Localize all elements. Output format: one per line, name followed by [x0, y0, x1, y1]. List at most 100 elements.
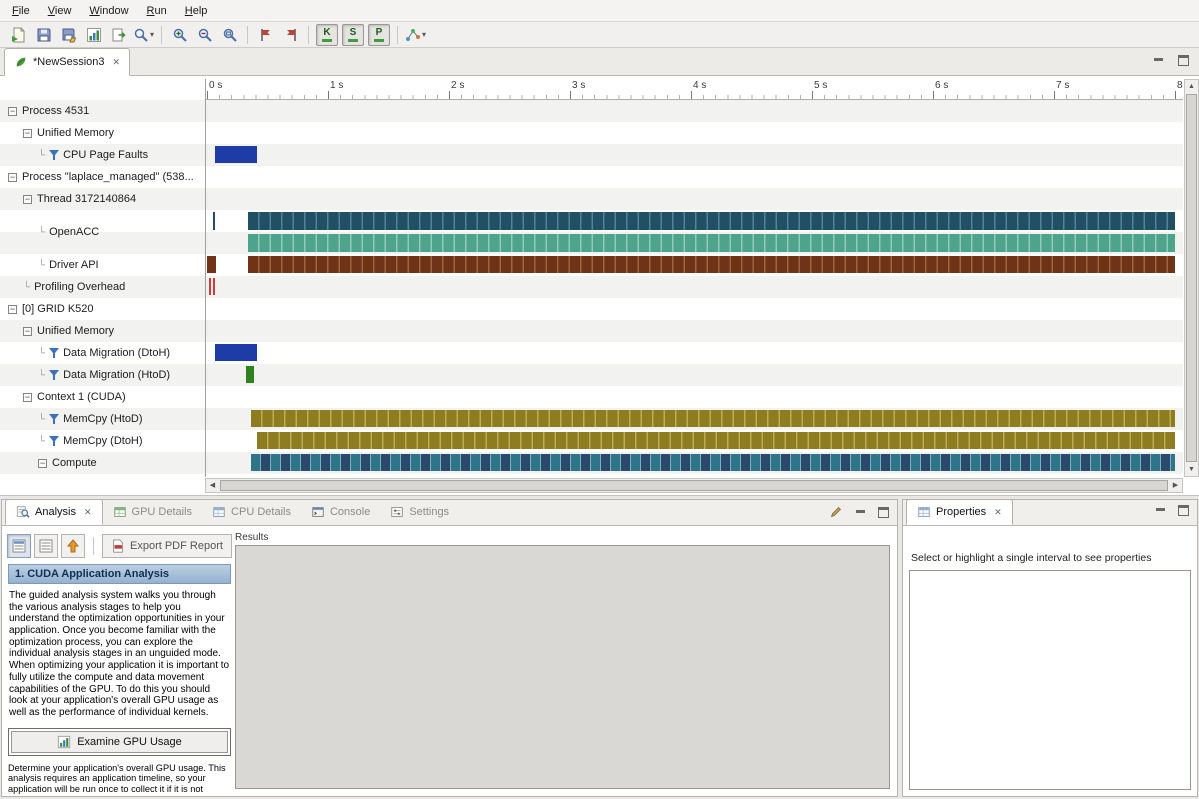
minimize-icon[interactable]: [1155, 505, 1166, 516]
maximize-icon[interactable]: [1178, 55, 1189, 66]
interval-bar-openacc[interactable]: [248, 212, 1175, 230]
collapse-icon[interactable]: −: [23, 195, 32, 204]
zoom-fit-button[interactable]: [217, 24, 242, 46]
close-icon[interactable]: ✕: [994, 507, 1002, 518]
timeline-ruler[interactable]: 0 s1 s2 s3 s4 s5 s6 s7 s8 s: [205, 79, 1183, 100]
row-label-unified-memory[interactable]: −Unified Memory: [0, 320, 205, 342]
close-icon[interactable]: ✕: [84, 507, 92, 518]
scroll-up-icon[interactable]: ▲: [1185, 80, 1198, 93]
row-track-context-1-cuda[interactable]: [205, 386, 1183, 408]
save-button[interactable]: [31, 24, 56, 46]
maximize-icon[interactable]: [1178, 505, 1189, 516]
row-track-data-migration-dtoh[interactable]: [205, 342, 1183, 364]
zoom-tool-button[interactable]: ▾: [131, 24, 156, 46]
tab-cpu-details[interactable]: CPU Details: [202, 499, 301, 525]
row-label-openacc[interactable]: └OpenACC: [0, 210, 205, 254]
zoom-out-button[interactable]: [192, 24, 217, 46]
interval-bar-compute[interactable]: [251, 454, 1175, 471]
scroll-down-icon[interactable]: ▼: [1185, 463, 1198, 476]
horizontal-scrollbar-thumb[interactable]: [220, 480, 1168, 491]
tab-settings[interactable]: Settings: [380, 499, 459, 525]
run-analysis-button[interactable]: ▾: [403, 24, 428, 46]
vertical-scrollbar[interactable]: ▲ ▼: [1184, 79, 1199, 477]
next-marker-button[interactable]: [253, 24, 278, 46]
maximize-icon[interactable]: [878, 507, 889, 518]
interval-bar-openacc[interactable]: [213, 212, 215, 230]
minimize-icon[interactable]: [855, 507, 866, 518]
stream-toggle-button[interactable]: S: [342, 24, 364, 46]
interval-bar-memcpy-htod[interactable]: [251, 410, 1175, 427]
interval-bar-profiling-overhead[interactable]: [213, 278, 215, 295]
row-label-driver-api[interactable]: └Driver API: [0, 254, 205, 276]
summary-chart-button[interactable]: [81, 24, 106, 46]
save-as-button[interactable]: [56, 24, 81, 46]
interval-bar-data-migration-htod[interactable]: [246, 366, 254, 383]
collapse-icon[interactable]: −: [8, 173, 17, 182]
prev-marker-button[interactable]: [278, 24, 303, 46]
collapse-icon[interactable]: −: [23, 393, 32, 402]
interval-bar-openacc[interactable]: [248, 234, 1175, 252]
row-track-compute[interactable]: [205, 452, 1183, 474]
interval-bar-profiling-overhead[interactable]: [209, 278, 211, 295]
row-label-thread-3172140864[interactable]: −Thread 3172140864: [0, 188, 205, 210]
row-track-process-4531[interactable]: [205, 100, 1183, 122]
row-track-unified-memory[interactable]: [205, 320, 1183, 342]
row-label-process-4531[interactable]: −Process 4531: [0, 100, 205, 122]
row-track-thread-3172140864[interactable]: [205, 188, 1183, 210]
menu-run[interactable]: Run: [138, 2, 176, 20]
interval-bar-memcpy-dtoh[interactable]: [257, 432, 1175, 449]
export-button[interactable]: [106, 24, 131, 46]
collapse-icon[interactable]: −: [23, 327, 32, 336]
examine-gpu-usage-button[interactable]: Examine GPU Usage: [8, 728, 231, 756]
row-label-compute[interactable]: −Compute: [0, 452, 205, 474]
interval-bar-data-migration-dtoh[interactable]: [215, 344, 256, 361]
collapse-icon[interactable]: −: [8, 107, 17, 116]
row-label-profiling-overhead[interactable]: └Profiling Overhead: [0, 276, 205, 298]
view-menu-icon[interactable]: [829, 505, 843, 519]
row-track-data-migration-htod[interactable]: [205, 364, 1183, 386]
row-track-memcpy-dtoh[interactable]: [205, 430, 1183, 452]
row-track-memcpy-htod[interactable]: [205, 408, 1183, 430]
tab-gpu-details[interactable]: GPU Details: [103, 499, 203, 525]
row-label-memcpy-htod[interactable]: └MemCpy (HtoD): [0, 408, 205, 430]
menu-view[interactable]: View: [39, 2, 81, 20]
menu-window[interactable]: Window: [80, 2, 137, 20]
zoom-in-button[interactable]: [167, 24, 192, 46]
row-label-data-migration-htod[interactable]: └Data Migration (HtoD): [0, 364, 205, 386]
back-up-icon[interactable]: [61, 534, 85, 558]
interval-bar-cpu-page-faults[interactable]: [215, 146, 256, 163]
tab-analysis[interactable]: Analysis✕: [5, 499, 103, 525]
row-track-profiling-overhead[interactable]: [205, 276, 1183, 298]
row-label-cpu-page-faults[interactable]: └CPU Page Faults: [0, 144, 205, 166]
kernel-toggle-button[interactable]: K: [316, 24, 338, 46]
minimize-icon[interactable]: [1153, 55, 1164, 66]
menu-help[interactable]: Help: [176, 2, 217, 20]
tab-session[interactable]: *NewSession3 ✕: [4, 48, 130, 76]
row-label-0-grid-k520[interactable]: −[0] GRID K520: [0, 298, 205, 320]
process-toggle-button[interactable]: P: [368, 24, 390, 46]
tab-properties[interactable]: Properties ✕: [906, 499, 1013, 525]
close-icon[interactable]: ✕: [113, 57, 121, 68]
row-label-memcpy-dtoh[interactable]: └MemCpy (DtoH): [0, 430, 205, 452]
row-track-driver-api[interactable]: [205, 254, 1183, 276]
unguided-analysis-button[interactable]: [34, 534, 58, 558]
horizontal-scrollbar[interactable]: ◀ ▶: [205, 478, 1183, 493]
scroll-left-icon[interactable]: ◀: [206, 479, 219, 492]
vertical-scrollbar-thumb[interactable]: [1186, 94, 1197, 462]
export-pdf-button[interactable]: Export PDF Report: [102, 534, 232, 558]
row-track-unified-memory[interactable]: [205, 122, 1183, 144]
interval-bar-driver-api[interactable]: [248, 256, 1175, 273]
collapse-icon[interactable]: −: [38, 459, 47, 468]
row-label-process-laplace-managed-538[interactable]: −Process "laplace_managed" (538...: [0, 166, 205, 188]
collapse-icon[interactable]: −: [23, 129, 32, 138]
interval-bar-driver-api[interactable]: [207, 256, 216, 273]
row-track-process-laplace-managed-538[interactable]: [205, 166, 1183, 188]
row-track-0-grid-k520[interactable]: [205, 298, 1183, 320]
row-label-context-1-cuda[interactable]: −Context 1 (CUDA): [0, 386, 205, 408]
guided-analysis-button[interactable]: [7, 534, 31, 558]
menu-file[interactable]: File: [3, 2, 39, 20]
tab-console[interactable]: Console: [301, 499, 380, 525]
collapse-icon[interactable]: −: [8, 305, 17, 314]
scroll-right-icon[interactable]: ▶: [1169, 479, 1182, 492]
row-track-openacc[interactable]: [205, 210, 1183, 254]
